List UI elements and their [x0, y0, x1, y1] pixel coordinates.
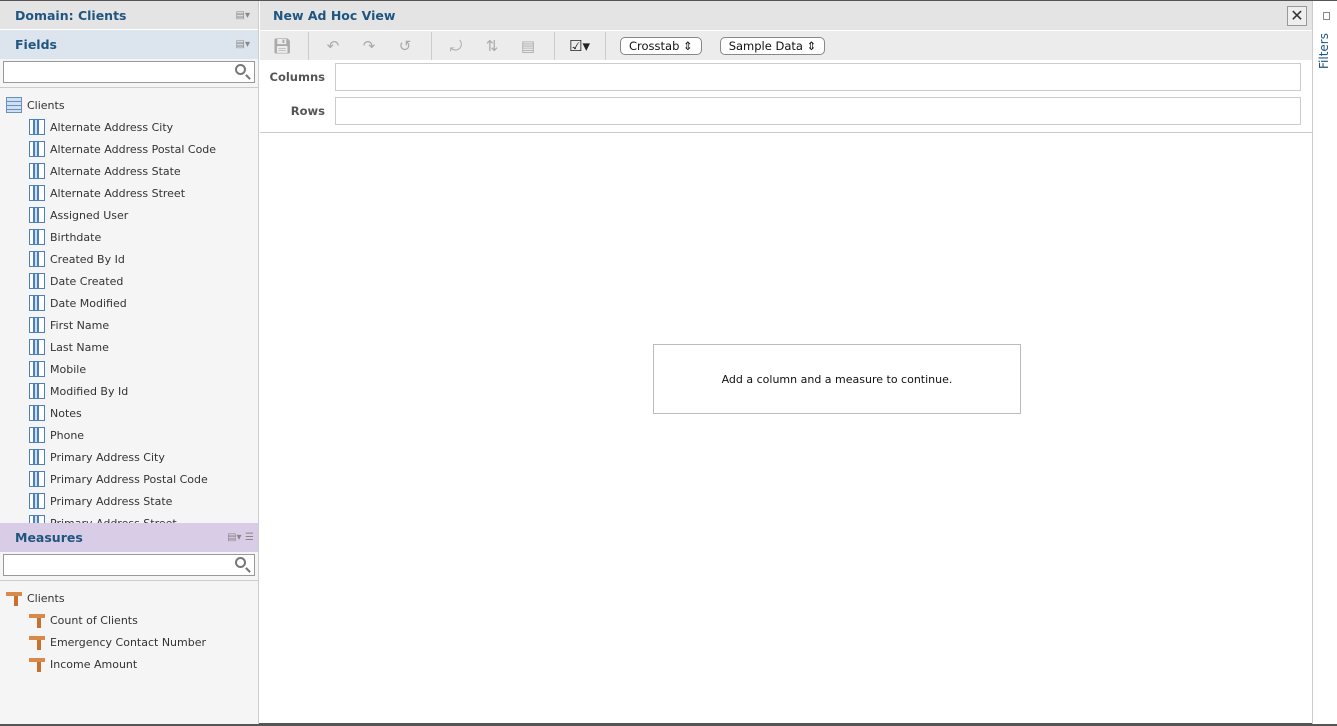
- field-icon: [29, 427, 45, 443]
- field-icon: [29, 251, 45, 267]
- columns-label: Columns: [269, 70, 325, 84]
- view-canvas: Add a column and a measure to continue.: [260, 132, 1312, 722]
- tree-node-clients[interactable]: Clients: [0, 94, 258, 116]
- filters-panel[interactable]: Filters: [1312, 1, 1337, 724]
- field-icon: [29, 273, 45, 289]
- tree-item[interactable]: Date Modified: [0, 292, 258, 314]
- tree-item[interactable]: Created By Id: [0, 248, 258, 270]
- tree-item[interactable]: Notes: [0, 402, 258, 424]
- sort-icon[interactable]: ⇅: [482, 36, 502, 56]
- undo-icon[interactable]: ↶: [323, 36, 343, 56]
- tree-item[interactable]: First Name: [0, 314, 258, 336]
- fields-title: Fields: [15, 37, 57, 52]
- adhoc-view-panel: New Ad Hoc View ✕ 💾︎ ↶ ↷ ↺ ⤾ ⇅ ▤ ☑▾ Cros…: [260, 1, 1312, 724]
- tree-node-clients[interactable]: Clients: [0, 587, 258, 609]
- tree-item[interactable]: Birthdate: [0, 226, 258, 248]
- tree-item[interactable]: Primary Address Street: [0, 512, 258, 523]
- tree-item[interactable]: Date Created: [0, 270, 258, 292]
- tree-item[interactable]: Last Name: [0, 336, 258, 358]
- measures-header: Measures ▤▾ ☰: [0, 523, 258, 552]
- fields-search-input[interactable]: [3, 61, 255, 83]
- tree-item[interactable]: Income Amount: [0, 653, 258, 675]
- field-icon: [29, 229, 45, 245]
- measure-icon: [29, 612, 45, 628]
- measures-menu-icon[interactable]: ▤▾ ☰: [227, 532, 254, 543]
- tree-item[interactable]: Phone: [0, 424, 258, 446]
- tree-item[interactable]: Primary Address State: [0, 490, 258, 512]
- field-icon: [29, 141, 45, 157]
- toolbar: 💾︎ ↶ ↷ ↺ ⤾ ⇅ ▤ ☑▾ Crosstab ⇕ Sample Data…: [260, 30, 1312, 60]
- search-icon[interactable]: [235, 557, 246, 568]
- domain-menu-icon[interactable]: ▤▾: [236, 10, 250, 21]
- pivot-icon[interactable]: ⤾: [446, 36, 466, 56]
- close-button[interactable]: ✕: [1287, 6, 1307, 26]
- measures-title: Measures: [15, 530, 83, 545]
- expand-icon[interactable]: [1323, 12, 1330, 20]
- tree-item[interactable]: Alternate Address State: [0, 160, 258, 182]
- field-icon: [29, 339, 45, 355]
- field-icon: [29, 119, 45, 135]
- measures-search-input[interactable]: [3, 554, 255, 576]
- fields-header: Fields ▤▾: [0, 30, 258, 59]
- layout-icon[interactable]: ▤: [518, 36, 538, 56]
- field-icon: [29, 207, 45, 223]
- columns-drop-area[interactable]: [335, 63, 1301, 91]
- field-icon: [29, 163, 45, 179]
- fields-menu-icon[interactable]: ▤▾: [236, 39, 250, 50]
- measure-group-icon: [6, 590, 22, 606]
- field-icon: [29, 383, 45, 399]
- save-icon[interactable]: 💾︎: [272, 36, 292, 56]
- tree-item[interactable]: Mobile: [0, 358, 258, 380]
- view-title: New Ad Hoc View: [273, 8, 396, 23]
- field-icon: [29, 185, 45, 201]
- field-icon: [29, 493, 45, 509]
- redo-icon[interactable]: ↷: [359, 36, 379, 56]
- tree-item[interactable]: Modified By Id: [0, 380, 258, 402]
- field-icon: [29, 361, 45, 377]
- tree-item[interactable]: Alternate Address Street: [0, 182, 258, 204]
- measure-icon: [29, 634, 45, 650]
- domain-title: Domain: Clients: [15, 7, 127, 23]
- rows-drop-area[interactable]: [335, 97, 1301, 125]
- empty-message: Add a column and a measure to continue.: [653, 344, 1021, 414]
- table-icon: [6, 97, 22, 113]
- domain-header: Domain: Clients ▤▾: [0, 1, 258, 30]
- tree-item[interactable]: Assigned User: [0, 204, 258, 226]
- tree-item[interactable]: Primary Address Postal Code: [0, 468, 258, 490]
- columns-zone: Columns: [260, 60, 1312, 94]
- data-source-panel: Domain: Clients ▤▾ Fields ▤▾ Clients Alt…: [0, 1, 259, 724]
- tree-item[interactable]: Primary Address City: [0, 446, 258, 468]
- view-title-bar: New Ad Hoc View ✕: [260, 1, 1312, 30]
- field-icon: [29, 317, 45, 333]
- field-icon: [29, 405, 45, 421]
- rows-zone: Rows: [260, 94, 1312, 128]
- options-icon[interactable]: ☑▾: [569, 36, 590, 56]
- rows-label: Rows: [290, 104, 325, 118]
- tree-item[interactable]: Count of Clients: [0, 609, 258, 631]
- tree-item[interactable]: Alternate Address City: [0, 116, 258, 138]
- undo-all-icon[interactable]: ↺: [395, 36, 415, 56]
- field-icon: [29, 295, 45, 311]
- view-type-select[interactable]: Crosstab ⇕: [620, 36, 702, 55]
- search-icon[interactable]: [235, 64, 246, 75]
- measures-tree: Clients Count of Clients Emergency Contac…: [0, 580, 258, 675]
- measure-icon: [29, 656, 45, 672]
- field-icon: [29, 471, 45, 487]
- field-icon: [29, 449, 45, 465]
- data-mode-select[interactable]: Sample Data ⇕: [719, 36, 826, 55]
- tree-item[interactable]: Emergency Contact Number: [0, 631, 258, 653]
- field-icon: [29, 515, 45, 523]
- filters-label[interactable]: Filters: [1317, 31, 1331, 69]
- tree-item[interactable]: Alternate Address Postal Code: [0, 138, 258, 160]
- fields-tree: Clients Alternate Address City Alternate …: [0, 87, 258, 523]
